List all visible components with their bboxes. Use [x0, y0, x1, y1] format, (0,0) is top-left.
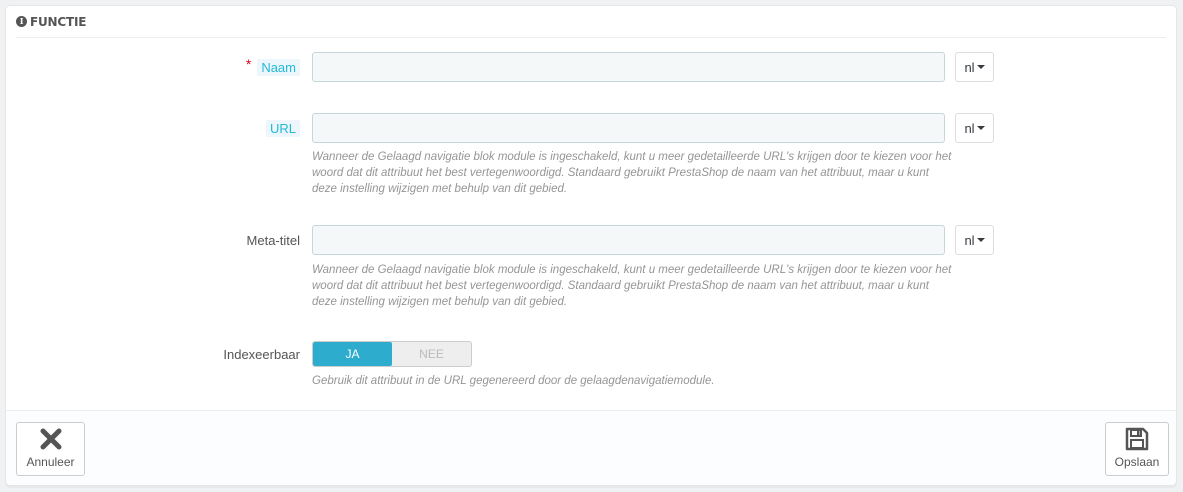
indexable-switch[interactable]: JA NEE: [312, 341, 472, 367]
form-group-meta-title: Meta-titel nl: [6, 225, 1176, 255]
save-button[interactable]: Opslaan: [1105, 422, 1169, 476]
indexable-no-option[interactable]: NEE: [392, 342, 471, 366]
caret-down-icon: [976, 238, 985, 242]
url-label-text[interactable]: URL: [265, 119, 300, 137]
form-group-naam: * Naam nl: [6, 52, 1176, 82]
caret-down-icon: [976, 126, 985, 130]
url-help-text: Wanneer de Gelaagd navigatie blok module…: [312, 151, 952, 195]
close-icon: [40, 428, 61, 450]
indexable-yes-option[interactable]: JA: [313, 342, 392, 366]
naam-input[interactable]: [312, 52, 945, 82]
caret-down-icon: [976, 65, 985, 69]
meta-title-language-dropdown[interactable]: nl: [955, 225, 994, 255]
meta-title-help-text: Wanneer de Gelaagd navigatie blok module…: [312, 264, 952, 308]
url-language-dropdown[interactable]: nl: [955, 113, 994, 143]
indexable-label: Indexeerbaar: [223, 346, 300, 362]
indexable-help-text: Gebruik dit attribuut in de URL gegenere…: [312, 375, 715, 387]
naam-language-label: nl: [964, 59, 975, 75]
naam-label-text[interactable]: Naam: [257, 58, 300, 76]
info-circle-icon: i: [16, 16, 27, 27]
panel-title: FUNCTIE: [30, 14, 87, 29]
form-group-indexable: Indexeerbaar JA NEE: [6, 341, 1176, 367]
cancel-button-label: Annuleer: [26, 455, 75, 469]
naam-label: * Naam: [246, 52, 300, 82]
meta-title-input[interactable]: [312, 225, 945, 255]
required-indicator: *: [245, 56, 252, 72]
form-group-url: URL nl: [6, 113, 1176, 143]
panel-footer: Annuleer Opslaan: [6, 410, 1176, 485]
floppy-disk-icon: [1125, 427, 1149, 451]
cancel-button[interactable]: Annuleer: [16, 422, 85, 476]
naam-language-dropdown[interactable]: nl: [955, 52, 994, 82]
url-input[interactable]: [312, 113, 945, 143]
panel-heading: i FUNCTIE: [16, 6, 1166, 38]
save-button-label: Opslaan: [1114, 455, 1160, 469]
feature-form-panel: i FUNCTIE * Naam nl URL nl Wanneer de Ge…: [5, 5, 1177, 486]
meta-title-label: Meta-titel: [246, 232, 300, 248]
url-language-label: nl: [964, 120, 975, 136]
meta-title-language-label: nl: [964, 232, 975, 248]
url-label: URL: [265, 113, 300, 143]
